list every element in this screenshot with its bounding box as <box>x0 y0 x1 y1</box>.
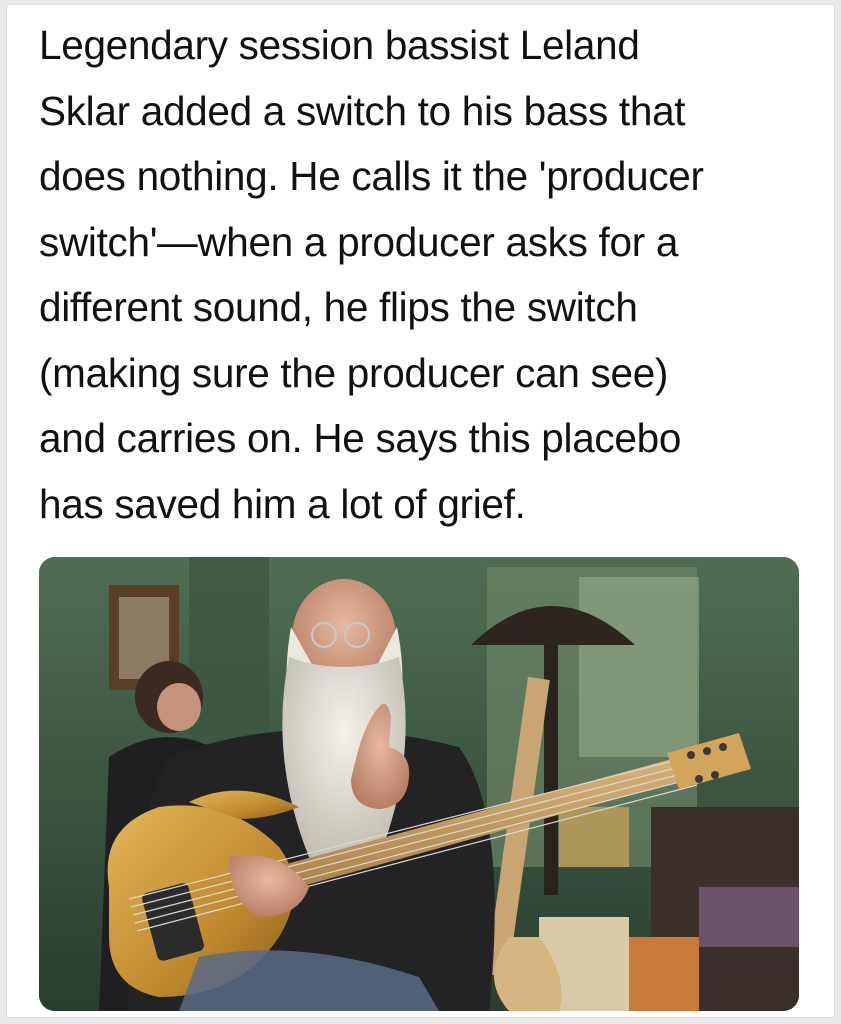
bassist-photo-illustration <box>39 557 799 1011</box>
post-text-line: Sklar added a switch to his bass that <box>39 87 686 134</box>
post-text-line: (making sure the producer can see) <box>39 349 669 396</box>
post-text-line: Legendary session bassist Leland <box>39 22 640 68</box>
post-text-line: switch'—when a producer asks for a <box>39 218 679 265</box>
post-text-line: does nothing. He calls it the 'producer <box>39 153 704 199</box>
post-card: Legendary session bassist Leland Sklar a… <box>6 4 835 1018</box>
post-photo[interactable] <box>39 557 799 1011</box>
post-text: Legendary session bassist Leland Sklar a… <box>39 13 809 537</box>
post-text-line: different sound, he flips the switch <box>39 284 638 330</box>
post-text-line: and carries on. He says this placebo <box>39 415 682 461</box>
post-text-line: has saved him a lot of grief. <box>39 480 526 527</box>
